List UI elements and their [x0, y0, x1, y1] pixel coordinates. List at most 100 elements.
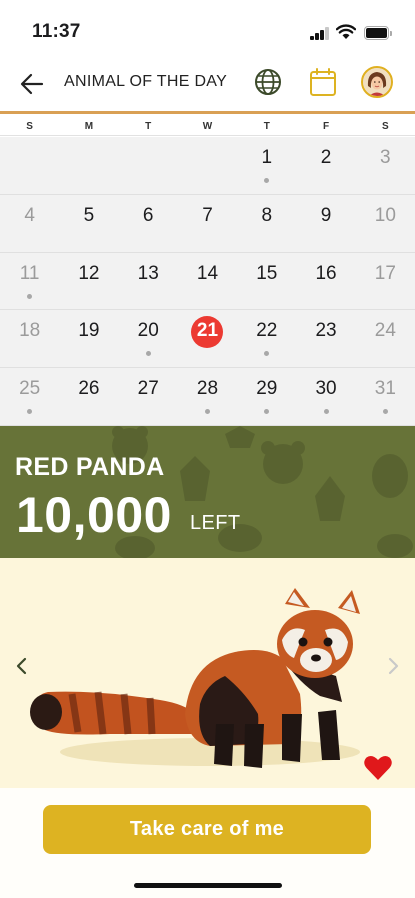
calendar-day-empty — [0, 137, 59, 194]
calendar-day-number: 29 — [256, 378, 278, 400]
avatar[interactable] — [361, 66, 393, 98]
heart-icon[interactable] — [363, 754, 393, 782]
calendar-day-number: 5 — [83, 204, 95, 226]
calendar-day[interactable]: 8 — [237, 195, 296, 252]
calendar-grid: 1 2 3 4 5 6 7 8 9 10 11 12 13 14 15 16 17 18 19 20 21 22 23 24 2… — [0, 137, 415, 426]
calendar-day-number: 14 — [196, 262, 219, 284]
calendar-day[interactable]: 13 — [119, 253, 178, 310]
calendar-week-row: 1 2 3 — [0, 137, 415, 195]
calendar-day[interactable]: 24 — [356, 310, 415, 367]
population-count-suffix: LEFT — [190, 512, 241, 534]
calendar-week-row: 25 26 27 28 29 30 31 — [0, 368, 415, 426]
arrow-left-icon[interactable] — [18, 70, 46, 98]
weekday-label: W — [202, 121, 213, 132]
calendar-day-number: 21 — [178, 316, 237, 349]
calendar-day[interactable]: 16 — [296, 253, 355, 310]
status-bar: 11:37 — [0, 0, 415, 58]
calendar-day-number: 19 — [78, 320, 100, 342]
event-indicator-dot — [323, 409, 329, 415]
animal-banner: RED PANDA 10,000 LEFT — [0, 426, 415, 558]
calendar-day-number: 30 — [315, 378, 337, 400]
weekday-label: T — [145, 121, 152, 132]
home-indicator — [134, 883, 282, 888]
event-indicator-dot — [264, 178, 270, 183]
calendar-day[interactable]: 28 — [178, 368, 237, 425]
calendar-day-today[interactable]: 21 — [178, 310, 237, 367]
calendar-day-number: 12 — [78, 262, 100, 284]
calendar-week-row: 18 19 20 21 22 23 24 — [0, 310, 415, 369]
calendar-day-number: 27 — [137, 378, 159, 400]
event-indicator-dot — [27, 409, 33, 415]
calendar-day-number: 2 — [320, 147, 332, 168]
calendar-day[interactable]: 22 — [237, 310, 296, 367]
calendar-day[interactable]: 12 — [59, 253, 118, 310]
calendar-day-number: 25 — [19, 378, 41, 400]
calendar-icon[interactable] — [309, 67, 337, 97]
calendar-day[interactable]: 4 — [0, 195, 59, 252]
calendar-day[interactable]: 20 — [119, 310, 178, 367]
calendar-day-number: 24 — [374, 320, 396, 342]
calendar-day[interactable]: 5 — [59, 195, 118, 252]
calendar-day-number: 4 — [24, 204, 35, 226]
calendar-day-empty — [119, 137, 178, 194]
calendar-day[interactable]: 15 — [237, 253, 296, 310]
take-care-button[interactable]: Take care of me — [43, 805, 371, 854]
calendar-day-number: 20 — [137, 320, 159, 342]
calendar-day-empty — [59, 137, 118, 194]
calendar-day[interactable]: 9 — [296, 195, 355, 252]
calendar-day[interactable]: 1 — [237, 137, 296, 194]
calendar-day-number: 22 — [256, 320, 278, 342]
calendar-day[interactable]: 7 — [178, 195, 237, 252]
calendar-day[interactable]: 25 — [0, 368, 59, 425]
weekday-label: F — [322, 121, 330, 132]
calendar-day-number: 18 — [19, 320, 41, 342]
calendar-day-number: 3 — [380, 147, 391, 168]
wifi-icon — [336, 24, 356, 39]
calendar-day[interactable]: 30 — [296, 368, 355, 425]
calendar-day-number: 26 — [78, 378, 100, 400]
population-count: 10,000 — [16, 487, 172, 543]
calendar-day-number: 13 — [137, 262, 159, 284]
event-indicator-dot — [145, 351, 151, 357]
calendar-day[interactable]: 14 — [178, 253, 237, 310]
status-time: 11:37 — [32, 21, 81, 42]
weekday-label: S — [26, 121, 33, 132]
calendar-day[interactable]: 18 — [0, 310, 59, 367]
calendar-week-row: 11 12 13 14 15 16 17 — [0, 253, 415, 311]
calendar-day[interactable]: 2 — [296, 137, 355, 194]
calendar-day[interactable]: 29 — [237, 368, 296, 425]
calendar-week-row: 4 5 6 7 8 9 10 — [0, 195, 415, 253]
globe-icon[interactable] — [254, 68, 282, 96]
calendar-day[interactable]: 11 — [0, 253, 59, 310]
calendar-day-number: 17 — [374, 262, 396, 284]
calendar-day-number: 28 — [196, 378, 219, 400]
battery-icon — [364, 26, 393, 40]
calendar-day[interactable]: 23 — [296, 310, 355, 367]
calendar-day-number: 6 — [142, 204, 154, 226]
calendar-day[interactable]: 17 — [356, 253, 415, 310]
chevron-right-icon[interactable] — [383, 654, 403, 678]
calendar-day-empty — [178, 137, 237, 194]
event-indicator-dot — [264, 409, 270, 415]
calendar-day[interactable]: 26 — [59, 368, 118, 425]
calendar-day[interactable]: 10 — [356, 195, 415, 252]
event-indicator-dot — [264, 351, 270, 357]
signal-icon — [310, 27, 330, 40]
weekday-label: T — [263, 121, 270, 132]
app-header: ANIMAL OF THE DAY — [0, 58, 415, 112]
event-indicator-dot — [382, 409, 388, 415]
red-panda-image — [30, 588, 360, 768]
calendar-day[interactable]: 6 — [119, 195, 178, 252]
calendar-day[interactable]: 27 — [119, 368, 178, 425]
calendar-day[interactable]: 3 — [356, 137, 415, 194]
animal-photo-carousel — [0, 558, 415, 788]
event-indicator-dot — [27, 293, 33, 299]
calendar-day[interactable]: 31 — [356, 368, 415, 425]
weekday-header: S M T W T F S — [0, 114, 415, 136]
calendar-day-number: 31 — [374, 378, 396, 400]
calendar-day-number: 10 — [374, 204, 396, 226]
calendar-day[interactable]: 19 — [59, 310, 118, 367]
calendar-day-number: 15 — [256, 262, 278, 284]
calendar-day-number: 9 — [320, 204, 332, 226]
weekday-label: S — [381, 121, 389, 132]
